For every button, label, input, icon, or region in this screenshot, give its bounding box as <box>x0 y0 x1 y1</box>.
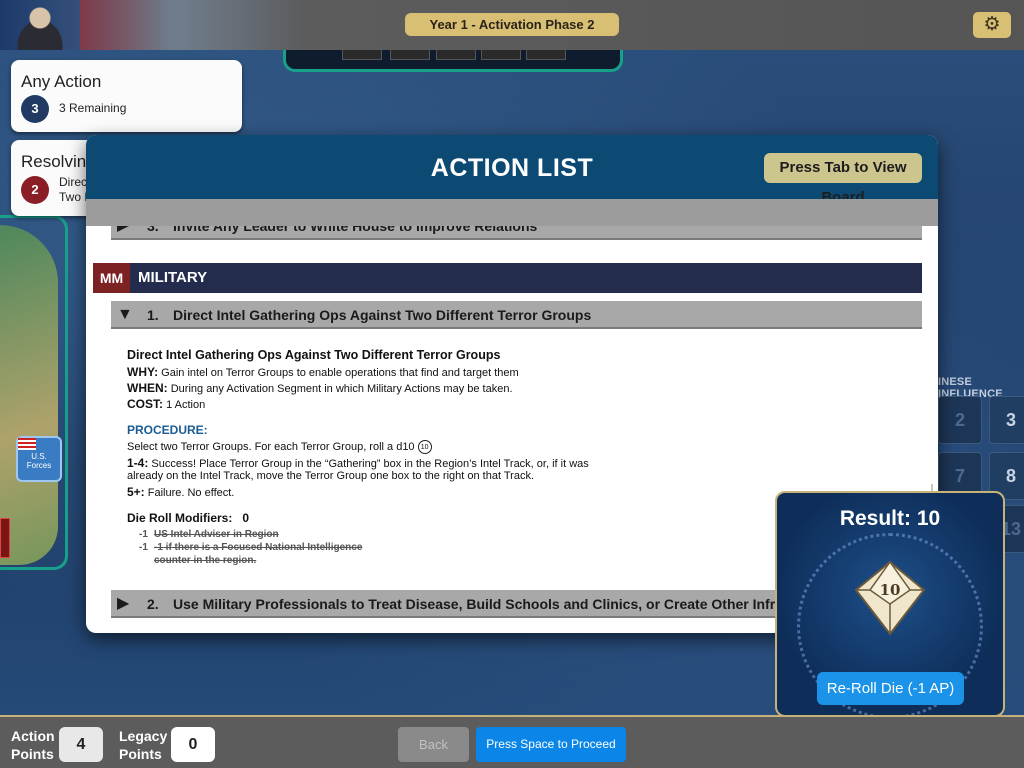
action-item-expanded[interactable]: ▼ 1. Direct Intel Gathering Ops Against … <box>111 301 922 329</box>
influence-cell: 2 <box>938 396 982 444</box>
d10-icon: 10 <box>417 440 432 454</box>
flag-banner <box>80 0 300 50</box>
remaining-text: 3 Remaining <box>59 101 127 115</box>
d10-die-icon: 10 <box>854 560 926 636</box>
section-code: MM <box>93 263 130 293</box>
left-map-frame <box>0 215 68 570</box>
result-success-cont: already on the Intel Track, move the Ter… <box>127 470 535 482</box>
action-points-value: 4 <box>59 727 103 762</box>
influence-cell: 3 <box>989 396 1024 444</box>
procedure-heading: PROCEDURE: <box>127 423 208 437</box>
phase-indicator: Year 1 - Activation Phase 2 <box>405 13 619 36</box>
settings-button[interactable]: ⚙ <box>973 12 1011 38</box>
section-name: MILITARY <box>138 269 208 286</box>
any-action-card: Any Action 3 3 Remaining <box>11 60 242 132</box>
action-item-collapsed[interactable]: ▶ 3. Invite Any Leader to White House to… <box>111 226 922 240</box>
die-face-value: 10 <box>880 581 901 599</box>
card-title: Resolving <box>21 152 96 171</box>
legacy-points-value: 0 <box>171 727 215 762</box>
chevron-right-icon: ▶ <box>117 595 130 612</box>
proceed-button[interactable]: Press Space to Proceed <box>476 727 626 762</box>
modal-subbar <box>86 199 938 226</box>
gear-icon: ⚙ <box>983 14 1001 35</box>
remaining-count-badge: 3 <box>21 95 49 123</box>
resolving-count-badge: 2 <box>21 176 49 204</box>
top-bar: Year 1 - Activation Phase 2 ⚙ <box>0 0 1024 50</box>
back-button[interactable]: Back <box>398 727 469 762</box>
result-success: 1-4: Success! Place Terror Group in the … <box>127 456 589 470</box>
modifiers-heading: Die Roll Modifiers: 0 <box>127 511 250 525</box>
legacy-points-label: Legacy Points <box>119 728 168 762</box>
detail-cost: COST: 1 Action <box>127 397 206 411</box>
die-result-panel: Result: 10 10 Re-Roll Die (-1 AP) <box>775 491 1005 719</box>
action-points-label: Action Points <box>11 728 55 762</box>
chevron-right-icon: ▶ <box>117 226 129 240</box>
view-board-button[interactable]: Press Tab to View Board <box>764 153 922 206</box>
president-portrait <box>0 0 80 50</box>
us-forces-label: U.S. Forces <box>26 452 52 470</box>
detail-when: WHEN: During any Activation Segment in w… <box>127 381 513 395</box>
reroll-die-button[interactable]: Re-Roll Die (-1 AP) <box>817 672 964 705</box>
procedure-text: Select two Terror Groups. For each Terro… <box>127 440 432 454</box>
chevron-down-icon: ▼ <box>117 306 133 323</box>
section-header-military: MM MILITARY <box>93 263 922 293</box>
result-title: Result: 10 <box>839 507 941 530</box>
result-failure: 5+: Failure. No effect. <box>127 485 235 499</box>
detail-title: Direct Intel Gathering Ops Against Two D… <box>127 348 501 362</box>
modifier-line: -1 -1 if there is a Focused National Inte… <box>139 542 363 553</box>
us-flag-icon <box>18 438 36 450</box>
bottom-bar: Action Points 4 Legacy Points 0 Back Pre… <box>0 715 1024 768</box>
modifier-line-cont: counter in the region. <box>154 555 257 566</box>
modifier-line: -1 US Intel Adviser in Region <box>139 529 279 540</box>
card-title: Any Action <box>21 72 102 91</box>
red-counter-chip[interactable] <box>0 518 10 558</box>
detail-why: WHY: Gain intel on Terror Groups to enab… <box>127 365 519 379</box>
